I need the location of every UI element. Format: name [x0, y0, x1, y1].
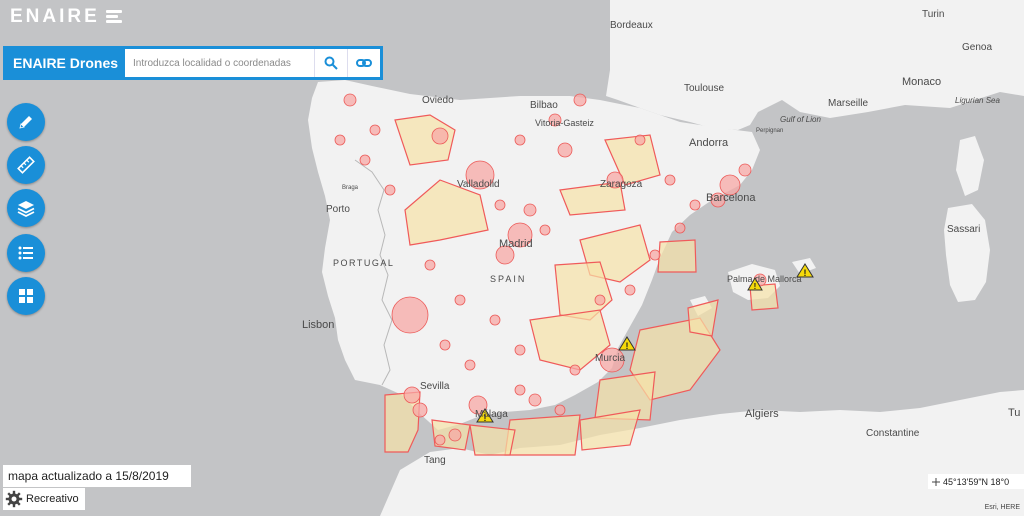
grid-icon	[19, 289, 33, 303]
share-link-button[interactable]	[347, 49, 380, 77]
svg-text:Monaco: Monaco	[902, 76, 941, 88]
svg-text:SPAIN: SPAIN	[490, 274, 526, 284]
svg-text:Palma de Mallorca: Palma de Mallorca	[727, 274, 802, 284]
update-date-text: mapa actualizado a 15/8/2019	[8, 469, 169, 483]
draw-button[interactable]	[7, 103, 45, 141]
svg-text:Perpignan: Perpignan	[756, 128, 783, 134]
layers-icon	[17, 201, 35, 218]
map-attribution: Esri, HERE	[984, 504, 1020, 511]
link-icon	[356, 59, 372, 67]
svg-text:Barcelona: Barcelona	[706, 192, 756, 204]
coordinates-readout: 45°13'59"N 18°0	[928, 474, 1024, 489]
enaire-logo: ENAIRE	[10, 6, 126, 28]
app-title: ENAIRE Drones	[6, 49, 126, 77]
svg-text:Turin: Turin	[922, 9, 944, 20]
svg-text:Marseille: Marseille	[828, 98, 868, 109]
svg-text:Bordeaux: Bordeaux	[610, 20, 653, 31]
svg-text:Vitoria-Gasteiz: Vitoria-Gasteiz	[535, 118, 594, 128]
logo-text: ENAIRE	[10, 6, 100, 27]
pencil-icon	[19, 116, 32, 129]
svg-text:Madrid: Madrid	[499, 238, 533, 250]
svg-text:Tang: Tang	[424, 455, 446, 466]
svg-text:Murcia: Murcia	[595, 353, 625, 364]
svg-text:!: !	[626, 341, 629, 351]
legend-button[interactable]	[7, 234, 45, 272]
svg-text:Sevilla: Sevilla	[420, 381, 450, 392]
svg-text:PORTUGAL: PORTUGAL	[333, 258, 394, 268]
mode-selector[interactable]: Recreativo	[3, 488, 85, 510]
svg-text:Oviedo: Oviedo	[422, 95, 454, 106]
ruler-icon	[17, 156, 35, 174]
svg-text:Sassari: Sassari	[947, 224, 980, 235]
svg-text:Andorra: Andorra	[689, 137, 729, 149]
svg-text:Ligurian Sea: Ligurian Sea	[955, 96, 1000, 105]
measure-button[interactable]	[7, 146, 45, 184]
mode-label: Recreativo	[26, 493, 79, 505]
svg-text:Gulf of Lion: Gulf of Lion	[780, 115, 821, 124]
coordinates-text: 45°13'59"N 18°0	[943, 476, 1010, 487]
svg-text:Valladolid: Valladolid	[457, 179, 500, 190]
crosshair-icon	[932, 477, 940, 486]
svg-text:Genoa: Genoa	[962, 42, 992, 53]
svg-text:Zaragoza: Zaragoza	[600, 179, 643, 190]
svg-text:Lisbon: Lisbon	[302, 319, 334, 331]
layers-button[interactable]	[7, 189, 45, 227]
logo-mark-icon	[105, 10, 126, 24]
gear-icon	[5, 490, 23, 508]
svg-text:Constantine: Constantine	[866, 428, 920, 439]
search-input[interactable]	[125, 57, 314, 69]
svg-text:Porto: Porto	[326, 204, 350, 215]
svg-text:Bilbao: Bilbao	[530, 100, 558, 111]
svg-text:!: !	[804, 268, 807, 278]
svg-text:Tu: Tu	[1008, 407, 1020, 419]
svg-text:Algiers: Algiers	[745, 408, 779, 420]
svg-text:Braga: Braga	[342, 185, 359, 191]
search-bar: ENAIRE Drones	[3, 46, 383, 80]
basemap-button[interactable]	[7, 277, 45, 315]
search-button[interactable]	[314, 49, 347, 77]
list-icon	[18, 246, 33, 260]
search-icon	[324, 56, 338, 70]
update-date: mapa actualizado a 15/8/2019	[3, 465, 191, 487]
svg-text:Toulouse: Toulouse	[684, 83, 724, 94]
svg-text:Málaga: Málaga	[475, 409, 508, 420]
